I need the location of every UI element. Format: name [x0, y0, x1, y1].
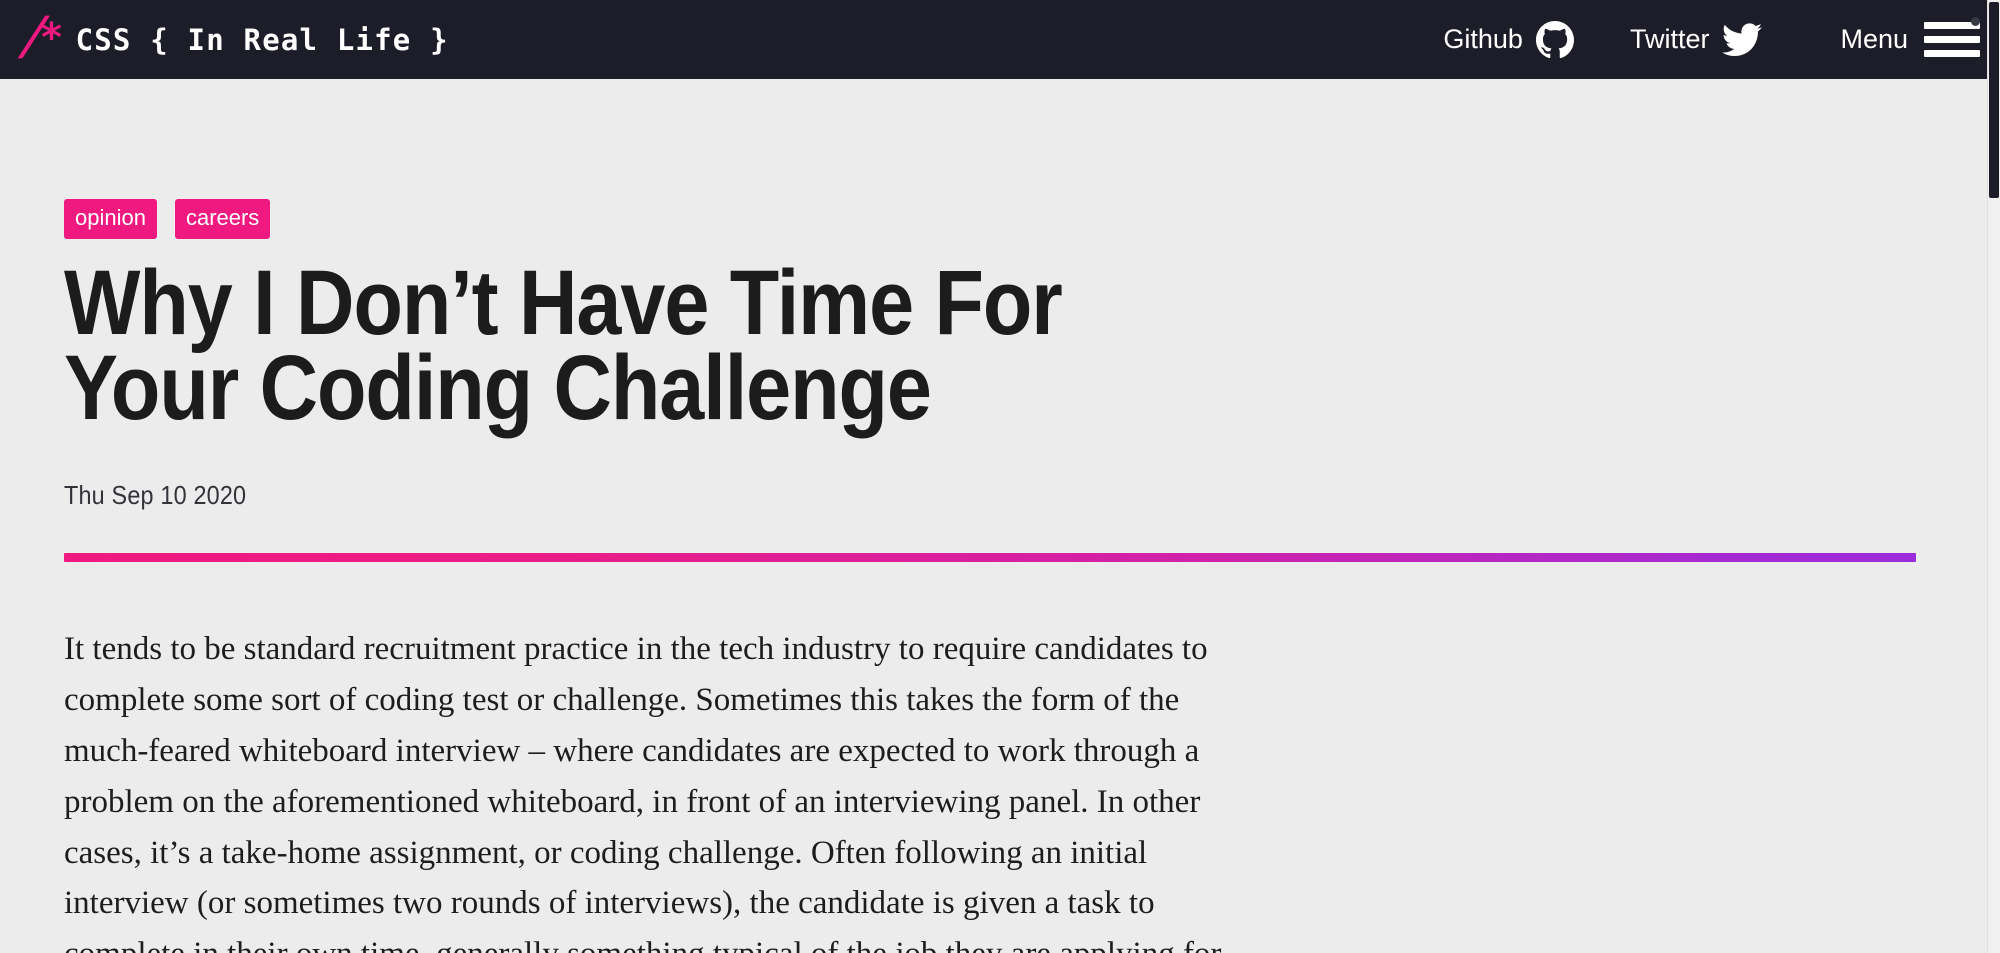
site-header: /* CSS { In Real Life } Github Twitter: [0, 0, 2000, 79]
site-title: CSS { In Real Life }: [75, 23, 449, 57]
browser-viewport: /* CSS { In Real Life } Github Twitter: [0, 0, 2000, 953]
twitter-icon: [1722, 22, 1763, 57]
site-logo-link[interactable]: / * CSS { In Real Life }: [13, 6, 449, 66]
page-title: Why I Don’t Have Time For Your Coding Ch…: [64, 252, 1063, 439]
nav-link-twitter[interactable]: Twitter: [1629, 22, 1763, 57]
asterisk-icon: *: [39, 14, 64, 61]
page-content: opinion careers Why I Don’t Have Time Fo…: [0, 199, 2000, 953]
header-corner-dot: [1971, 17, 1980, 26]
menu-toggle-label: Menu: [1840, 24, 1908, 54]
github-icon: [1535, 20, 1574, 59]
article-body: It tends to be standard recruitment prac…: [64, 624, 1239, 953]
nav-link-twitter-label: Twitter: [1629, 24, 1710, 54]
hamburger-icon: [1924, 22, 1980, 57]
page-scrollbar[interactable]: [1987, 0, 2000, 953]
tag-careers[interactable]: careers: [174, 199, 271, 239]
tag-list: opinion careers: [64, 199, 1916, 239]
scrollbar-thumb[interactable]: [1989, 2, 1999, 198]
nav-link-github-label: Github: [1443, 24, 1523, 54]
nav-link-github[interactable]: Github: [1443, 20, 1574, 59]
gradient-divider: [64, 553, 1916, 563]
article-date: Thu Sep 10 2020: [64, 480, 247, 511]
header-navigation: Github Twitter Menu: [1387, 20, 2000, 59]
article: opinion careers Why I Don’t Have Time Fo…: [64, 199, 1916, 953]
menu-toggle-button[interactable]: Menu: [1840, 22, 1980, 57]
logo-mark: / *: [13, 6, 64, 66]
article-paragraph: It tends to be standard recruitment prac…: [64, 631, 1228, 953]
tag-opinion[interactable]: opinion: [64, 199, 157, 239]
